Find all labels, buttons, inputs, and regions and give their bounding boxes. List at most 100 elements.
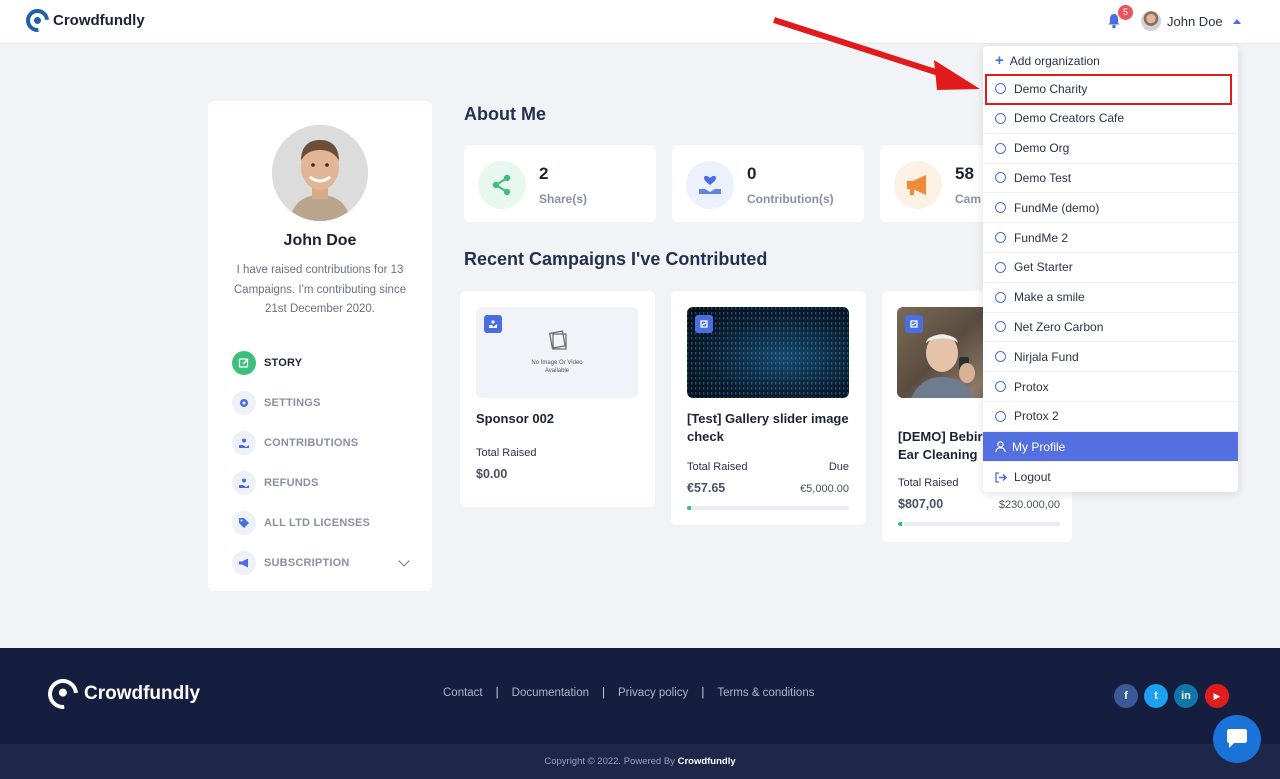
raised-label: Total Raised	[476, 447, 537, 459]
annotation-highlight-box	[985, 74, 1232, 105]
campaign-title[interactable]: Sponsor 002	[476, 410, 646, 428]
menu-item-label: SETTINGS	[264, 397, 321, 409]
profile-menu: STORY SETTINGS CONTRIBUTIONS REFUNDS ALL…	[232, 343, 412, 583]
raised-amount: $807,00	[898, 497, 944, 511]
footer-logo[interactable]: Crowdfundly	[41, 672, 201, 716]
gear-icon	[232, 391, 256, 415]
footer-link-contact[interactable]: Contact	[443, 687, 483, 699]
org-item-label: Net Zero Carbon	[1014, 319, 1104, 334]
org-item[interactable]: Make a smile	[983, 283, 1238, 313]
radio-circle-icon	[995, 410, 1006, 422]
footer-link-terms[interactable]: Terms & conditions	[717, 687, 814, 699]
org-item[interactable]: Demo Org	[983, 134, 1238, 164]
org-item[interactable]: FundMe (demo)	[983, 193, 1238, 224]
chat-widget-button[interactable]	[1213, 715, 1261, 763]
radio-circle-icon	[995, 381, 1006, 392]
org-item-label: Get Starter	[1014, 260, 1073, 275]
logout-item[interactable]: Logout	[983, 462, 1238, 492]
no-image-text: No Image Or Video Available	[531, 360, 583, 374]
menu-item-label: STORY	[264, 357, 303, 369]
org-item[interactable]: Net Zero Carbon	[983, 312, 1238, 343]
menu-item-story[interactable]: STORY	[232, 343, 412, 383]
share-icon	[478, 161, 526, 209]
recent-campaigns-title: Recent Campaigns I've Contributed	[464, 249, 768, 269]
org-item-label: Demo Creators Cafe	[1014, 111, 1125, 126]
copyright-bar: Copyright © 2022. Powered By Crowdfundly	[0, 744, 1280, 779]
due-label: Due	[828, 461, 849, 473]
add-organization-item[interactable]: + Add organization	[983, 46, 1238, 76]
link-separator: |	[602, 687, 605, 699]
campaign-amount-row: $0.00	[476, 467, 638, 481]
footer-link-documentation[interactable]: Documentation	[512, 687, 589, 699]
heart-hand-icon	[686, 161, 734, 209]
tag-icon	[232, 511, 256, 535]
avatar	[1141, 11, 1161, 31]
footer: Crowdfundly Contact | Documentation | Pr…	[0, 648, 1280, 744]
add-organization-label: Add organization	[1009, 53, 1100, 68]
campaign-title[interactable]: [Test] Gallery slider image check	[687, 410, 857, 446]
profile-bio: I have raised contributions for 13 Campa…	[233, 264, 407, 315]
org-item[interactable]: Protox 2	[983, 402, 1238, 432]
campaign-progress-bar	[687, 506, 849, 510]
stat-value: 58	[955, 164, 974, 183]
menu-item-contributions[interactable]: CONTRIBUTIONS	[232, 423, 412, 463]
org-item[interactable]: Nirjala Fund	[983, 342, 1238, 373]
menu-item-ltd-licenses[interactable]: ALL LTD LICENSES	[232, 503, 412, 543]
linkedin-icon[interactable]: in	[1174, 684, 1198, 708]
footer-brand-name: Crowdfundly	[84, 683, 201, 704]
megaphone-icon	[232, 551, 256, 575]
footer-link-privacy[interactable]: Privacy policy	[618, 687, 688, 699]
org-item-label: FundMe (demo)	[1014, 200, 1100, 215]
logout-icon	[995, 471, 1007, 483]
menu-item-settings[interactable]: SETTINGS	[232, 383, 412, 423]
copyright-text: Copyright © 2022. Powered By	[544, 756, 678, 767]
goal-amount: €5,000.00	[800, 483, 849, 495]
org-item-label: Make a smile	[1014, 290, 1085, 305]
my-profile-label: My Profile	[1012, 439, 1066, 454]
org-item[interactable]: Demo Creators Cafe	[983, 104, 1238, 134]
top-navbar: Crowdfundly 5 John Doe	[0, 0, 1280, 44]
org-item[interactable]: FundMe 2	[983, 223, 1238, 253]
twitter-icon[interactable]: t	[1144, 684, 1168, 708]
menu-item-subscription[interactable]: SUBSCRIPTION	[232, 543, 412, 583]
campaign-title[interactable]: [DEMO] Bebir Ear Cleaning	[898, 428, 988, 464]
hand-coin-icon	[232, 431, 256, 455]
user-dropdown-menu: + Add organization Demo Charity Demo Crea…	[983, 46, 1238, 492]
org-item[interactable]: Demo Test	[983, 163, 1238, 194]
about-me-title: About Me	[464, 104, 546, 124]
brand-logo[interactable]: Crowdfundly	[21, 4, 145, 37]
campaign-raised-row: Total Raised	[476, 447, 638, 459]
stat-label: Share(s)	[539, 192, 588, 206]
org-item-label: Protox	[1014, 379, 1049, 394]
profile-avatar	[272, 125, 368, 221]
raised-amount: $0.00	[476, 467, 508, 481]
menu-item-label: ALL LTD LICENSES	[264, 517, 371, 529]
org-item-label: Demo Org	[1014, 141, 1070, 156]
org-item-label: Protox 2	[1014, 409, 1059, 424]
my-profile-item[interactable]: My Profile	[983, 432, 1238, 462]
annotation-arrow	[773, 17, 980, 90]
menu-item-label: CONTRIBUTIONS	[264, 437, 359, 449]
footer-links: Contact | Documentation | Privacy policy…	[443, 687, 814, 699]
org-item[interactable]: Protox	[983, 372, 1238, 402]
campaign-card[interactable]: No Image Or Video Available Sponsor 002 …	[460, 291, 655, 507]
campaign-type-icon	[484, 315, 502, 333]
radio-circle-icon	[995, 261, 1006, 273]
profile-name: John Doe	[283, 232, 357, 249]
user-menu-toggle[interactable]: John Doe	[1141, 11, 1241, 31]
no-image-icon	[549, 330, 567, 350]
radio-circle-icon	[995, 112, 1006, 124]
campaign-image	[687, 307, 849, 398]
logout-label: Logout	[1014, 470, 1051, 484]
radio-circle-icon	[995, 232, 1006, 243]
user-icon	[995, 440, 1006, 452]
facebook-icon[interactable]: f	[1114, 684, 1138, 708]
campaign-progress-bar	[898, 522, 1060, 526]
menu-item-refunds[interactable]: REFUNDS	[232, 463, 412, 503]
org-item-label: Demo Test	[1014, 170, 1072, 185]
campaign-card[interactable]: [Test] Gallery slider image check Total …	[671, 291, 866, 525]
org-item[interactable]: Get Starter	[983, 253, 1238, 283]
radio-circle-icon	[995, 142, 1006, 154]
copyright-brand: Crowdfundly	[677, 756, 736, 767]
youtube-icon[interactable]: ▶	[1205, 684, 1229, 708]
